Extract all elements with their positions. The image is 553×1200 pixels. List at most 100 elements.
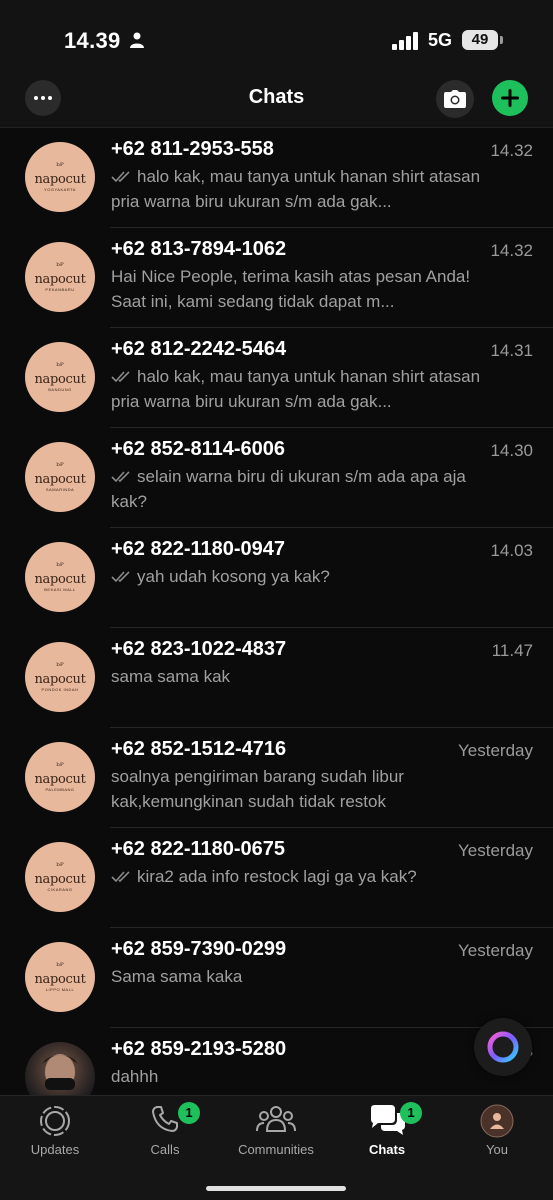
- avatar[interactable]: ᵇᴾ napocut CIKARANG: [25, 842, 95, 912]
- tab-you[interactable]: You: [442, 1096, 552, 1166]
- contact-name: +62 813-7894-1062: [111, 238, 287, 260]
- message-preview: Sama sama kaka: [111, 964, 491, 989]
- message-time: 14.31: [490, 341, 533, 360]
- avatar[interactable]: ᵇᴾ napocut BANDUNG: [25, 342, 95, 412]
- avatar[interactable]: ᵇᴾ napocut SAMARINDA: [25, 442, 95, 512]
- avatar-location: SAMARINDA: [45, 486, 75, 492]
- avatar-brand-name: napocut: [34, 571, 86, 587]
- chat-row[interactable]: ᵇᴾ napocut YOGYAKARTA +62 811-2953-558 14.32…: [0, 128, 553, 228]
- avatar-location: YOGYAKARTA: [44, 186, 76, 192]
- contact-name: +62 852-1512-4716: [111, 738, 287, 760]
- unread-badge: 1: [400, 1102, 422, 1124]
- message-time: Yesterday: [458, 941, 533, 960]
- contact-name: +62 811-2953-558: [111, 138, 274, 160]
- avatar-brand-name: napocut: [34, 271, 86, 287]
- contact-name: +62 822-1180-0947: [111, 538, 286, 560]
- communities-icon: [256, 1104, 296, 1139]
- camera-icon: [444, 90, 466, 108]
- home-indicator: [206, 1186, 346, 1191]
- avatar-monogram: ᵇᴾ: [56, 561, 64, 572]
- message-preview-text: sama sama kak: [111, 667, 231, 686]
- chat-row[interactable]: ᵇᴾ napocut PEKANBARU +62 813-7894-1062 14.32…: [0, 228, 553, 328]
- message-preview-text: dahhh: [111, 1067, 159, 1086]
- tab-chats[interactable]: Chats 1: [332, 1096, 442, 1166]
- contact-name: +62 859-2193-5280: [111, 1038, 287, 1060]
- avatar[interactable]: [25, 1042, 95, 1095]
- tab-updates[interactable]: Updates: [0, 1096, 110, 1166]
- contact-name: +62 852-8114-6006: [111, 438, 286, 460]
- message-preview: soalnya pengiriman barang sudah libur ka…: [111, 764, 491, 814]
- profile-photo-icon: [43, 1054, 77, 1090]
- avatar-location: PALEMBANG: [45, 786, 75, 792]
- avatar-location: LIPPO MALL: [45, 986, 75, 992]
- tab-calls[interactable]: Calls 1: [110, 1096, 220, 1166]
- message-preview-text: halo kak, mau tanya untuk hanan shirt at…: [111, 367, 481, 411]
- read-receipt-icon: [111, 867, 133, 886]
- battery-tip: [500, 36, 503, 44]
- new-chat-button[interactable]: [492, 80, 528, 116]
- chat-row[interactable]: ᵇᴾ napocut LIPPO MALL +62 859-7390-0299 Yest…: [0, 928, 553, 1028]
- avatar-monogram: ᵇᴾ: [56, 861, 64, 872]
- read-receipt-icon: [111, 467, 133, 486]
- message-preview: halo kak, mau tanya untuk hanan shirt at…: [111, 164, 491, 214]
- profile-icon: [480, 1104, 514, 1143]
- status-bar: 14.39 5G 49: [0, 0, 553, 80]
- updates-icon: [38, 1104, 72, 1143]
- avatar[interactable]: ᵇᴾ napocut YOGYAKARTA: [25, 142, 95, 212]
- meta-ai-icon: [487, 1031, 519, 1063]
- chat-row[interactable]: +62 859-2193-5280Yesdahhh: [0, 1028, 553, 1095]
- chat-row[interactable]: ᵇᴾ napocut PALEMBANG +62 852-1512-4716 Yeste…: [0, 728, 553, 828]
- message-preview-text: selain warna biru di ukuran s/m ada apa …: [111, 467, 466, 511]
- message-preview: yah udah kosong ya kak?: [111, 564, 491, 589]
- contact-name: +62 859-7390-0299: [111, 938, 287, 960]
- chat-row[interactable]: ᵇᴾ napocut BEKASI MALL +62 822-1180-0947 14.…: [0, 528, 553, 628]
- contact-name: +62 812-2242-5464: [111, 338, 287, 360]
- message-time: Yesterday: [458, 841, 533, 860]
- signal-icon: [392, 32, 418, 50]
- message-time: 14.32: [490, 141, 533, 160]
- unread-badge: 1: [178, 1102, 200, 1124]
- chat-list[interactable]: ᵇᴾ napocut YOGYAKARTA +62 811-2953-558 14.32…: [0, 128, 553, 1095]
- person-icon: [130, 32, 144, 48]
- tab-label: Chats: [368, 1142, 406, 1157]
- avatar-brand-name: napocut: [34, 971, 86, 987]
- read-receipt-icon: [111, 567, 133, 586]
- message-time: 14.32: [490, 241, 533, 260]
- message-time: 11.47: [491, 641, 533, 660]
- chat-row[interactable]: ᵇᴾ napocut BANDUNG +62 812-2242-5464 14.31 ha…: [0, 328, 553, 428]
- avatar[interactable]: ᵇᴾ napocut PEKANBARU: [25, 242, 95, 312]
- avatar-brand-name: napocut: [34, 471, 86, 487]
- read-receipt-icon: [111, 167, 133, 186]
- message-preview-text: halo kak, mau tanya untuk hanan shirt at…: [111, 167, 481, 211]
- tab-label: Communities: [238, 1142, 314, 1157]
- chat-row[interactable]: ᵇᴾ napocut CIKARANG +62 822-1180-0675 Yester…: [0, 828, 553, 928]
- message-preview-text: kira2 ada info restock lagi ga ya kak?: [137, 867, 417, 886]
- camera-button[interactable]: [436, 80, 474, 118]
- chat-row[interactable]: ᵇᴾ napocut PONDOK INDAH +62 823-1022-4837 11…: [0, 628, 553, 728]
- tab-label: Updates: [30, 1142, 80, 1157]
- chat-row[interactable]: ᵇᴾ napocut SAMARINDA +62 852-8114-6006 14.30…: [0, 428, 553, 528]
- message-preview-text: Sama sama kaka: [111, 967, 243, 986]
- message-preview: halo kak, mau tanya untuk hanan shirt at…: [111, 364, 491, 414]
- contact-name: +62 822-1180-0675: [111, 838, 286, 860]
- avatar[interactable]: ᵇᴾ napocut PONDOK INDAH: [25, 642, 95, 712]
- avatar-location: BANDUNG: [48, 386, 72, 392]
- message-preview: Hai Nice People, terima kasih atas pesan…: [111, 264, 491, 314]
- avatar[interactable]: ᵇᴾ napocut PALEMBANG: [25, 742, 95, 812]
- avatar-location: CIKARANG: [47, 886, 73, 892]
- avatar-location: BEKASI MALL: [44, 586, 76, 592]
- message-preview-text: yah udah kosong ya kak?: [137, 567, 330, 586]
- tab-communities[interactable]: Communities: [221, 1096, 331, 1166]
- network-label: 5G: [428, 30, 453, 50]
- avatar-monogram: ᵇᴾ: [56, 261, 64, 272]
- header: Chats: [0, 80, 553, 128]
- avatar-brand-name: napocut: [34, 771, 86, 787]
- avatar-monogram: ᵇᴾ: [56, 761, 64, 772]
- plus-icon: [501, 89, 519, 107]
- message-preview: dahhh: [111, 1064, 491, 1089]
- meta-ai-button[interactable]: [474, 1018, 532, 1076]
- status-time: 14.39: [64, 28, 121, 53]
- avatar[interactable]: ᵇᴾ napocut LIPPO MALL: [25, 942, 95, 1012]
- avatar[interactable]: ᵇᴾ napocut BEKASI MALL: [25, 542, 95, 612]
- avatar-brand-name: napocut: [34, 671, 86, 687]
